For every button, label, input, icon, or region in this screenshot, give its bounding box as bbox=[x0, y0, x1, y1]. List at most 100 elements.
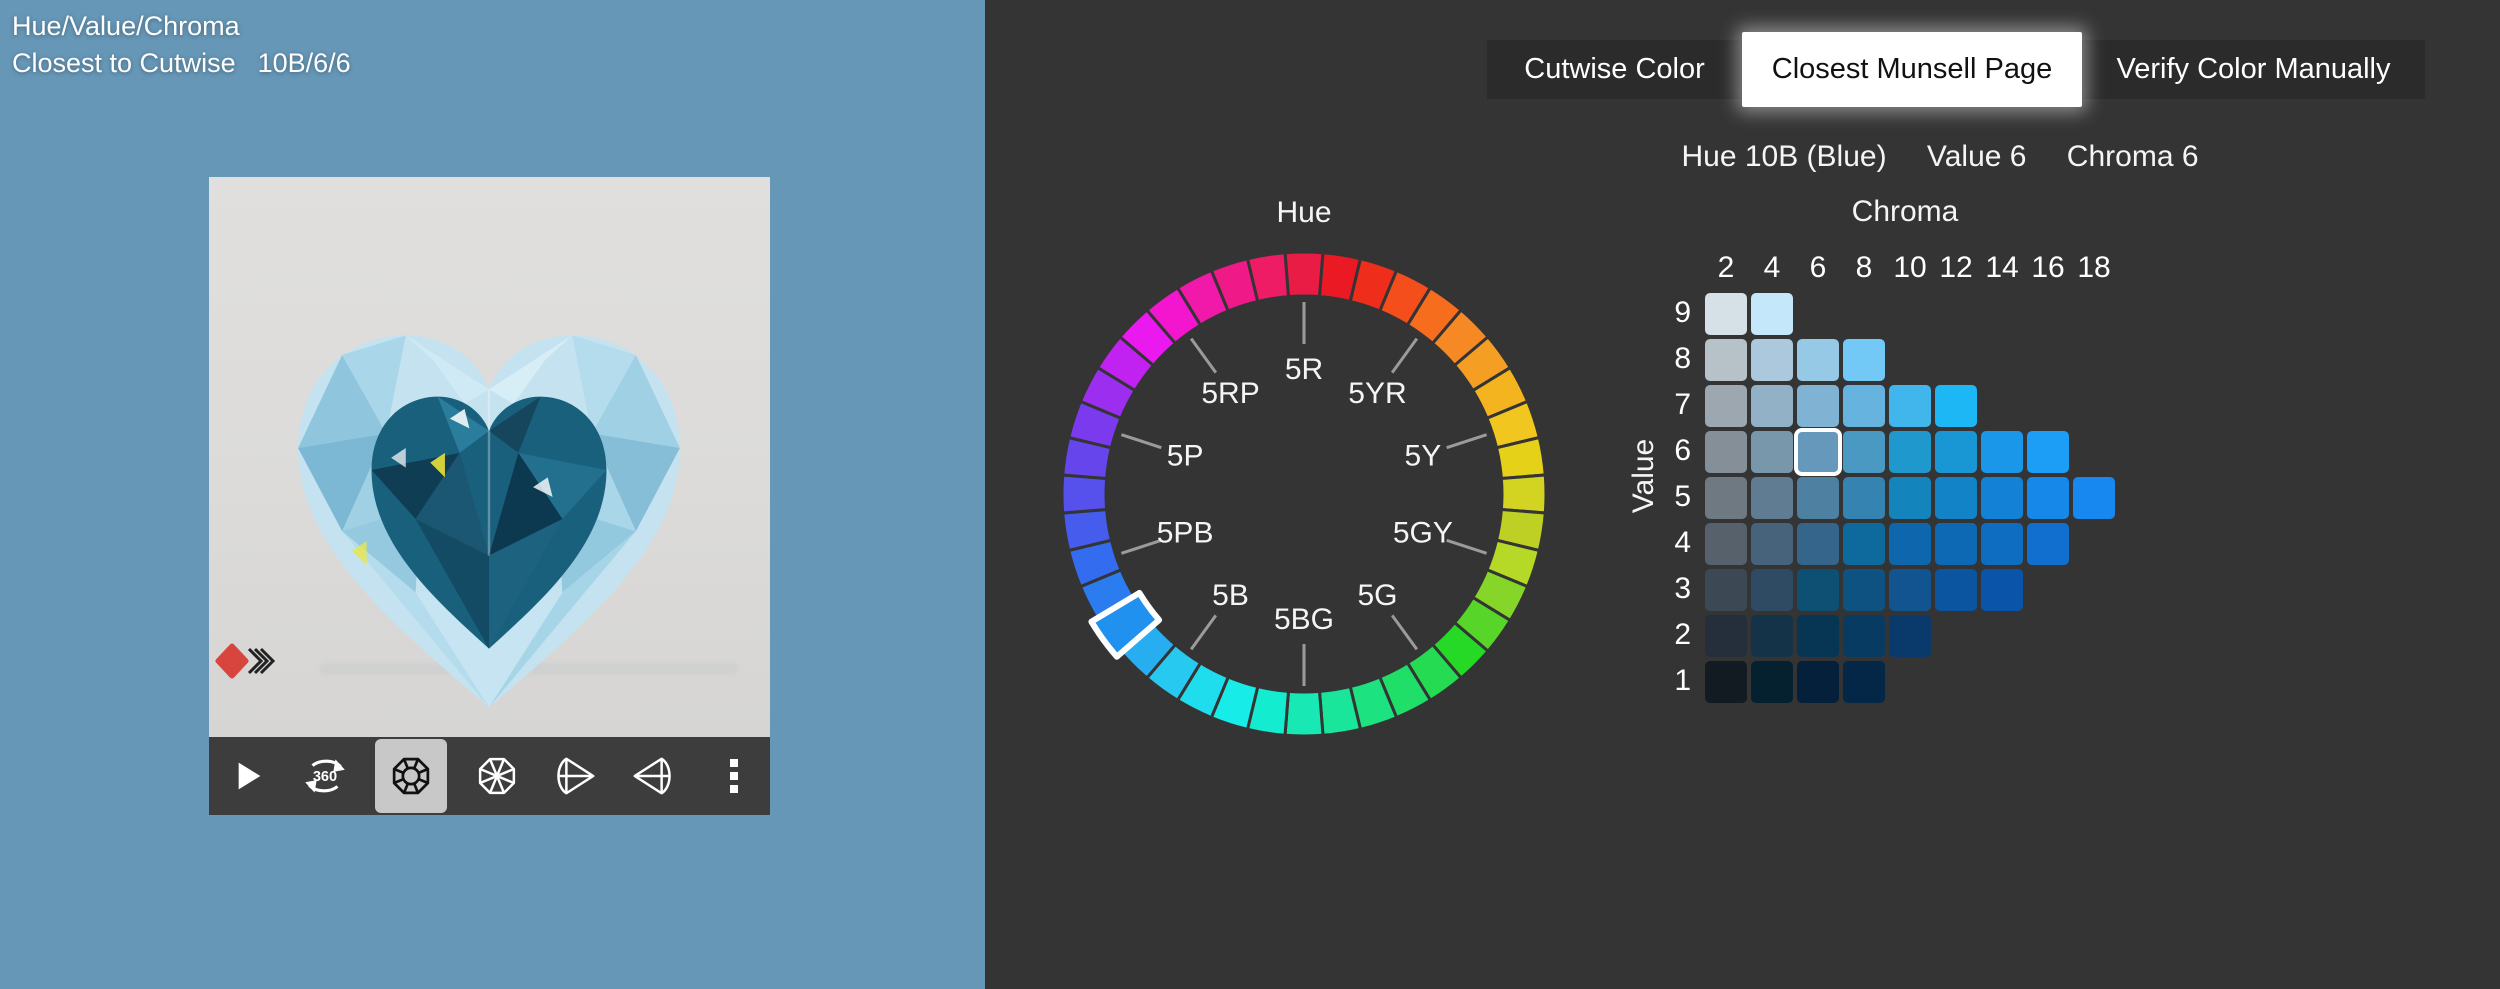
hue-tick bbox=[1121, 435, 1161, 448]
munsell-cell-v6-c4[interactable] bbox=[1751, 431, 1793, 473]
munsell-cell-v6-c6[interactable] bbox=[1797, 431, 1839, 473]
chroma-header-12: 12 bbox=[1933, 251, 1979, 285]
diamond-photo bbox=[209, 177, 770, 737]
munsell-cell-v1-c6[interactable] bbox=[1797, 661, 1839, 703]
cutwise-logo bbox=[215, 643, 277, 679]
munsell-cell-v1-c4[interactable] bbox=[1751, 661, 1793, 703]
munsell-cell-v3-c8[interactable] bbox=[1843, 569, 1885, 611]
value-row-label-7: 7 bbox=[1645, 388, 1691, 422]
hue-wheel-segment[interactable] bbox=[1062, 475, 1107, 513]
munsell-cell-v6-c10[interactable] bbox=[1889, 431, 1931, 473]
munsell-cell-v7-c2[interactable] bbox=[1705, 385, 1747, 427]
munsell-cell-v5-c8[interactable] bbox=[1843, 477, 1885, 519]
diamond-viewer-card: 360 bbox=[209, 177, 770, 815]
munsell-cell-v7-c6[interactable] bbox=[1797, 385, 1839, 427]
munsell-cell-v8-c6[interactable] bbox=[1797, 339, 1839, 381]
gem-side-view-right-button[interactable] bbox=[547, 741, 603, 811]
munsell-cell-v5-c14[interactable] bbox=[1981, 477, 2023, 519]
munsell-cell-v6-c8[interactable] bbox=[1843, 431, 1885, 473]
hue-wheel-segment[interactable] bbox=[1501, 475, 1546, 513]
value-row-label-1: 1 bbox=[1645, 664, 1691, 698]
munsell-cell-v3-c12[interactable] bbox=[1935, 569, 1977, 611]
gem-top-view-button[interactable] bbox=[375, 739, 447, 813]
munsell-summary: Hue 10B (Blue) Value 6 Chroma 6 bbox=[1665, 140, 2214, 174]
hue-label-5y: 5Y bbox=[1405, 439, 1442, 472]
munsell-cell-v1-c8[interactable] bbox=[1843, 661, 1885, 703]
tab-closest-munsell-page[interactable]: Closest Munsell Page bbox=[1742, 32, 2082, 107]
munsell-cell-v4-c6[interactable] bbox=[1797, 523, 1839, 565]
munsell-cell-v5-c10[interactable] bbox=[1889, 477, 1931, 519]
munsell-cell-v3-c10[interactable] bbox=[1889, 569, 1931, 611]
hue-tick bbox=[1447, 435, 1487, 448]
play-button[interactable] bbox=[219, 741, 275, 811]
summary-chroma: Chroma 6 bbox=[2067, 140, 2199, 173]
munsell-cell-v6-c16[interactable] bbox=[2027, 431, 2069, 473]
hue-label-5g: 5G bbox=[1357, 579, 1397, 612]
munsell-cell-v4-c14[interactable] bbox=[1981, 523, 2023, 565]
munsell-cell-v7-c4[interactable] bbox=[1751, 385, 1793, 427]
munsell-cell-v6-c12[interactable] bbox=[1935, 431, 1977, 473]
heading-title: Hue/Value/Chroma bbox=[12, 8, 351, 45]
munsell-cell-v5-c4[interactable] bbox=[1751, 477, 1793, 519]
gem-side-view-left-button[interactable] bbox=[625, 741, 681, 811]
munsell-cell-v2-c10[interactable] bbox=[1889, 615, 1931, 657]
munsell-cell-v5-c2[interactable] bbox=[1705, 477, 1747, 519]
gem-top-view-icon bbox=[388, 753, 434, 799]
more-options-button[interactable] bbox=[706, 741, 762, 811]
munsell-cell-v7-c8[interactable] bbox=[1843, 385, 1885, 427]
munsell-cell-v3-c4[interactable] bbox=[1751, 569, 1793, 611]
munsell-cell-v2-c2[interactable] bbox=[1705, 615, 1747, 657]
munsell-cell-v3-c6[interactable] bbox=[1797, 569, 1839, 611]
munsell-cell-v4-c4[interactable] bbox=[1751, 523, 1793, 565]
chroma-header-6: 6 bbox=[1795, 251, 1841, 285]
heart-diamond-image bbox=[244, 262, 734, 727]
munsell-cell-v5-c16[interactable] bbox=[2027, 477, 2069, 519]
rotate-360-button[interactable]: 360 bbox=[297, 741, 353, 811]
color-mode-tabs: Cutwise Color Closest Munsell Page Verif… bbox=[1487, 40, 2425, 99]
chroma-axis-title: Chroma bbox=[1852, 195, 1959, 229]
munsell-cell-v7-c12[interactable] bbox=[1935, 385, 1977, 427]
munsell-cell-v2-c6[interactable] bbox=[1797, 615, 1839, 657]
munsell-cell-v4-c8[interactable] bbox=[1843, 523, 1885, 565]
chroma-header-14: 14 bbox=[1979, 251, 2025, 285]
app-window: Hue/Value/Chroma Closest to Cutwise10B/6… bbox=[0, 0, 2500, 989]
value-row-label-5: 5 bbox=[1645, 480, 1691, 514]
munsell-cell-v7-c10[interactable] bbox=[1889, 385, 1931, 427]
munsell-cell-v6-c2[interactable] bbox=[1705, 431, 1747, 473]
munsell-cell-v5-c6[interactable] bbox=[1797, 477, 1839, 519]
munsell-cell-v3-c14[interactable] bbox=[1981, 569, 2023, 611]
munsell-cell-v3-c2[interactable] bbox=[1705, 569, 1747, 611]
munsell-cell-v9-c2[interactable] bbox=[1705, 293, 1747, 335]
hue-tick bbox=[1392, 339, 1417, 373]
tab-verify-color-manually[interactable]: Verify Color Manually bbox=[2082, 40, 2425, 99]
chroma-header-18: 18 bbox=[2071, 251, 2117, 285]
panel-heading: Hue/Value/Chroma Closest to Cutwise10B/6… bbox=[12, 8, 351, 82]
gem-table-view-icon bbox=[474, 753, 520, 799]
munsell-cell-v4-c16[interactable] bbox=[2027, 523, 2069, 565]
chroma-header-8: 8 bbox=[1841, 251, 1887, 285]
munsell-cell-v4-c10[interactable] bbox=[1889, 523, 1931, 565]
munsell-cell-v8-c8[interactable] bbox=[1843, 339, 1885, 381]
tab-cutwise-color[interactable]: Cutwise Color bbox=[1487, 40, 1742, 99]
munsell-cell-v8-c2[interactable] bbox=[1705, 339, 1747, 381]
munsell-cell-v8-c4[interactable] bbox=[1751, 339, 1793, 381]
hue-wheel-segment[interactable] bbox=[1285, 252, 1323, 297]
hue-wheel-segment[interactable] bbox=[1285, 691, 1323, 736]
hue-label-5pb: 5PB bbox=[1157, 517, 1214, 550]
munsell-cell-v4-c2[interactable] bbox=[1705, 523, 1747, 565]
munsell-cell-v5-c12[interactable] bbox=[1935, 477, 1977, 519]
munsell-cell-v1-c2[interactable] bbox=[1705, 661, 1747, 703]
hue-wheel-title: Hue bbox=[1276, 196, 1331, 230]
heading-subtitle: Closest to Cutwise10B/6/6 bbox=[12, 45, 351, 82]
munsell-cell-v5-c18[interactable] bbox=[2073, 477, 2115, 519]
gem-table-view-button[interactable] bbox=[469, 741, 525, 811]
munsell-cell-v9-c4[interactable] bbox=[1751, 293, 1793, 335]
munsell-cell-v4-c12[interactable] bbox=[1935, 523, 1977, 565]
munsell-cell-v6-c14[interactable] bbox=[1981, 431, 2023, 473]
hue-label-5b: 5B bbox=[1212, 579, 1249, 612]
munsell-cell-v2-c8[interactable] bbox=[1843, 615, 1885, 657]
munsell-cell-v2-c4[interactable] bbox=[1751, 615, 1793, 657]
chroma-header-16: 16 bbox=[2025, 251, 2071, 285]
munsell-code-value: 10B/6/6 bbox=[258, 48, 351, 78]
hue-tick bbox=[1392, 615, 1417, 649]
